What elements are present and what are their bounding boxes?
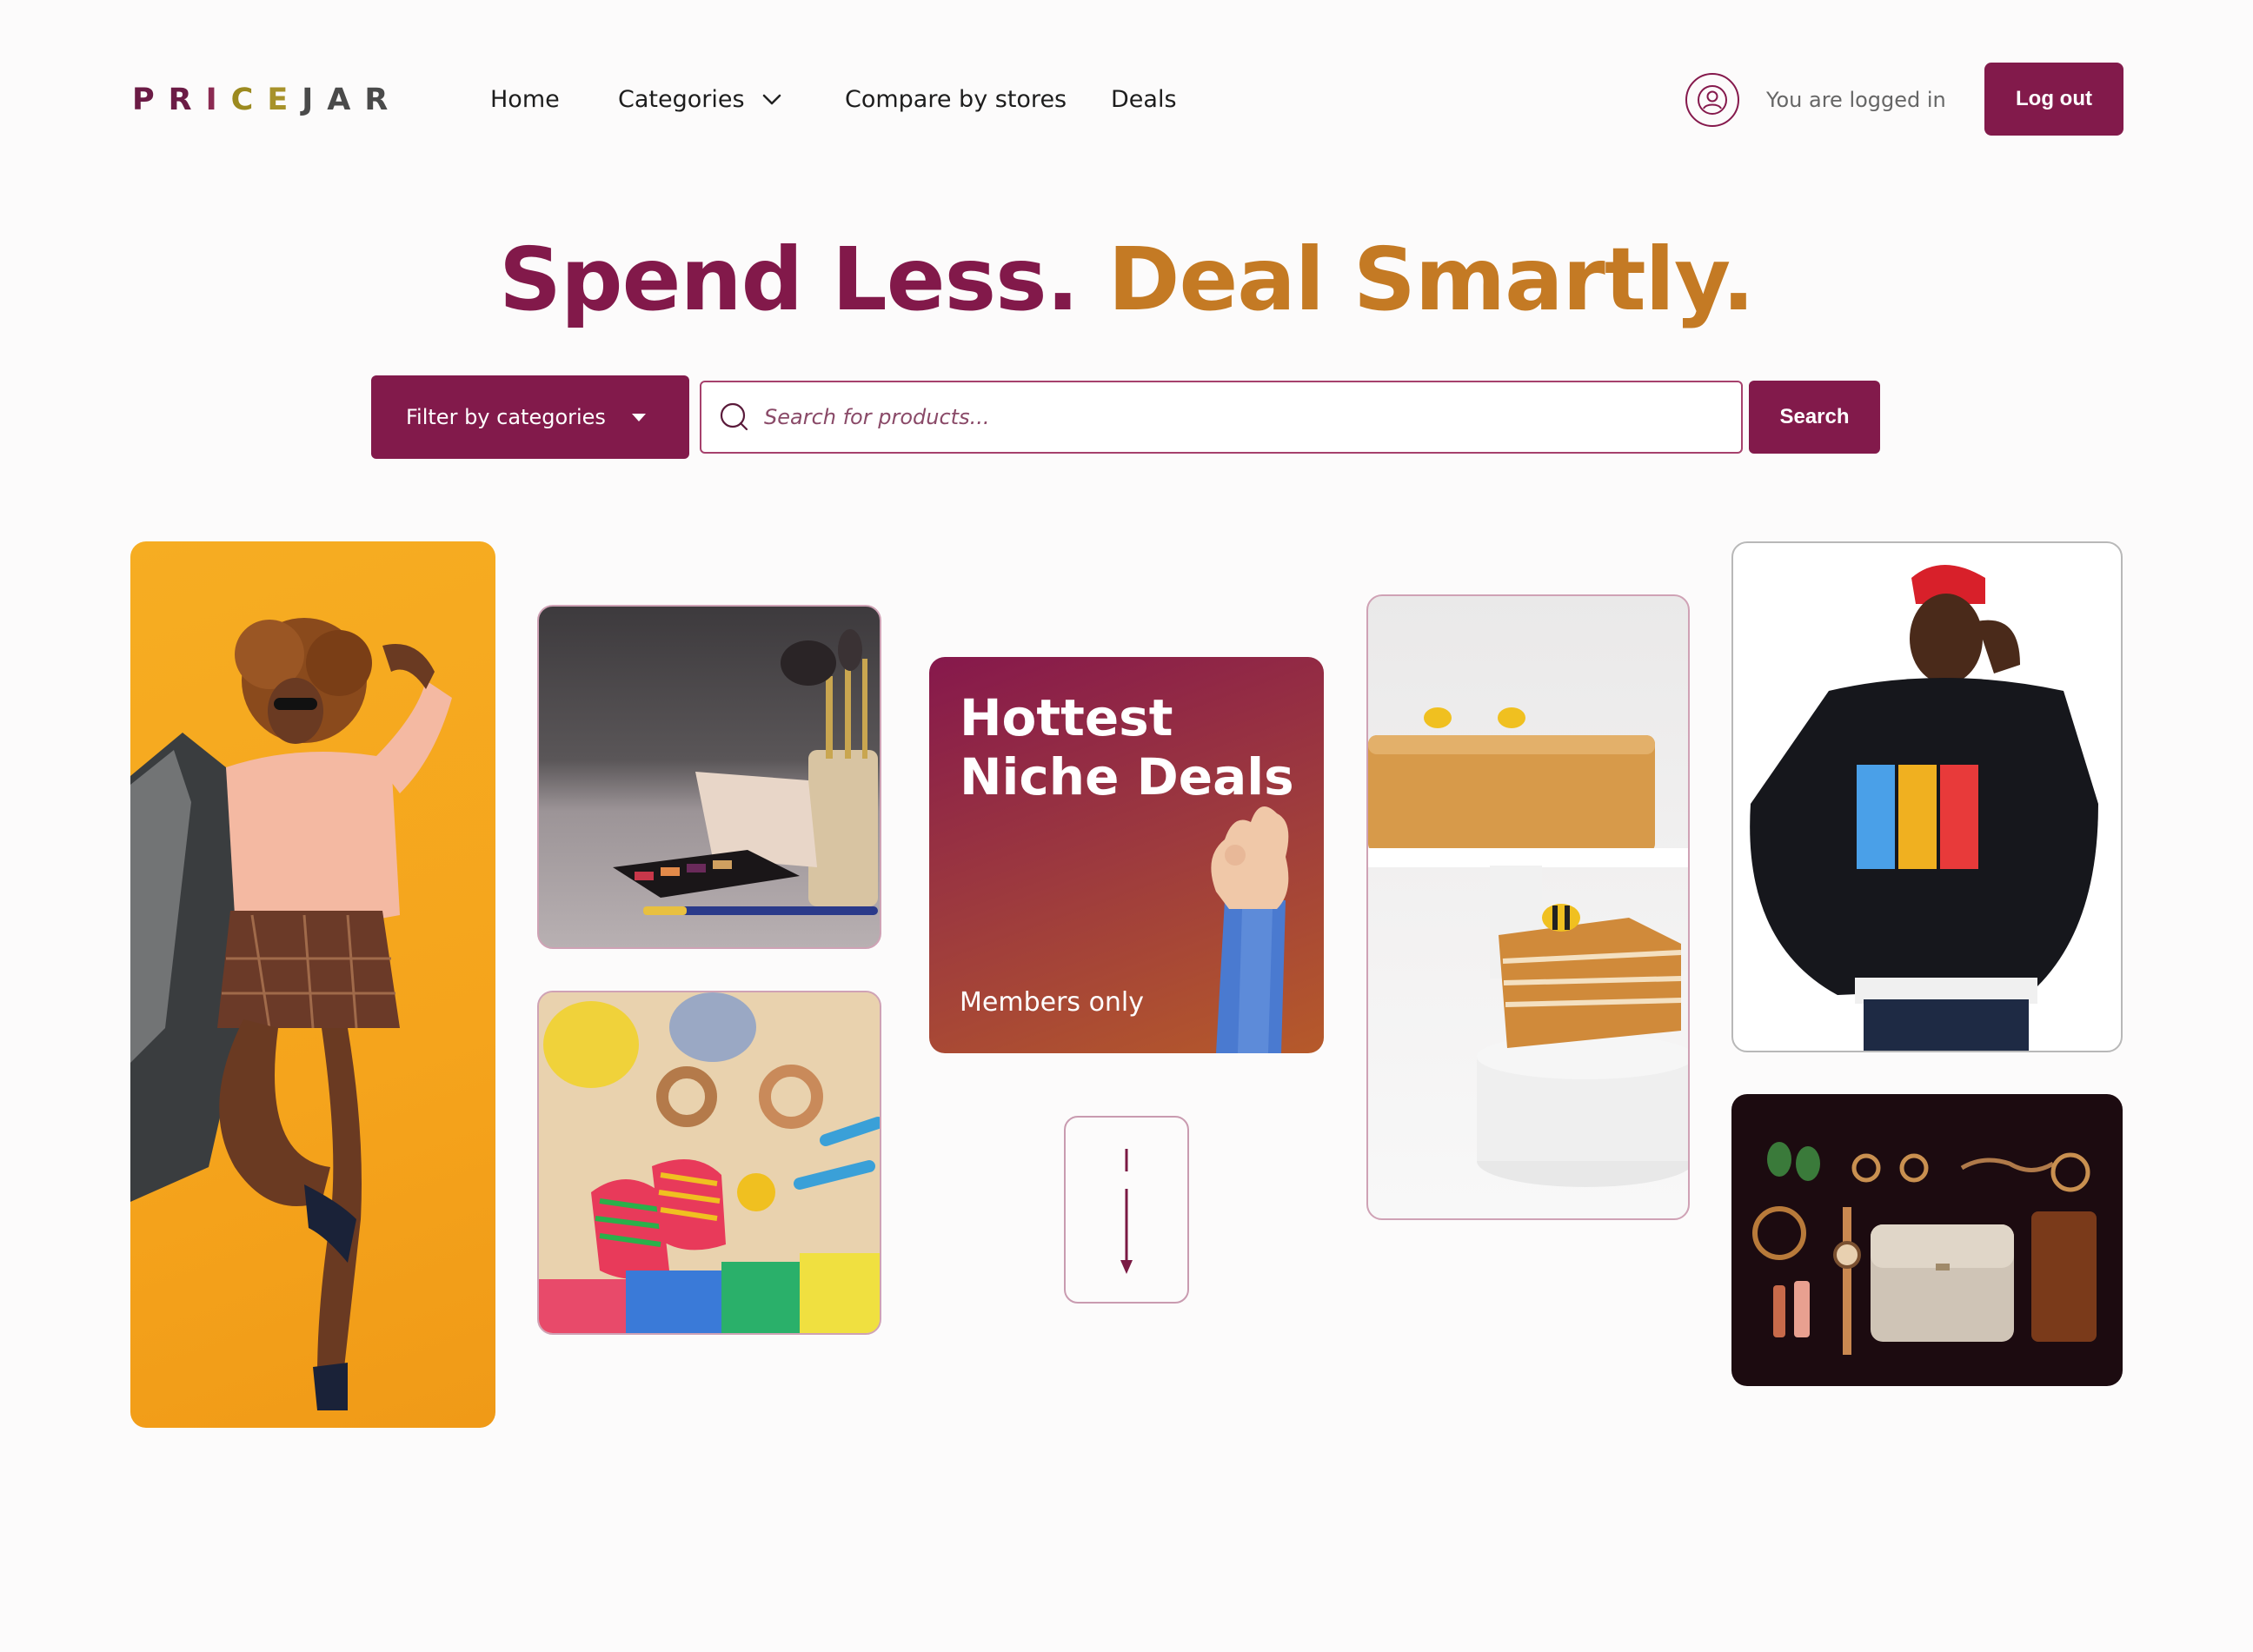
caret-down-icon [632,414,646,421]
user-circle-icon[interactable] [1685,73,1739,127]
arrow-down-icon [1120,1149,1133,1274]
makeup-products-image[interactable] [537,605,881,949]
hand-illustration [1211,806,1289,1053]
logo-letter: I [205,83,231,117]
logo-letter: A [327,83,365,117]
chevron-down-icon [762,94,781,105]
search-icon [720,402,748,431]
honey-cake-image[interactable] [1366,594,1690,1220]
logo-letter: R [168,83,206,117]
hero-headline: Spend Less. Deal Smartly. [0,228,2253,332]
nav-deals[interactable]: Deals [1111,82,1177,118]
logo-letter: J [302,83,328,117]
logo-letter: E [267,83,302,117]
scroll-down-indicator[interactable] [1064,1116,1189,1304]
nav-compare-by-stores[interactable]: Compare by stores [845,82,1067,118]
logo-letter: C [230,83,268,117]
logo-letter: R [364,83,402,117]
baby-toys-image[interactable] [537,991,881,1335]
logo[interactable]: PRICEJAR [132,82,402,118]
search-input[interactable] [764,405,1720,429]
search-button[interactable]: Search [1749,381,1880,454]
login-status-text: You are logged in [1766,88,1946,112]
user-glyph [1698,85,1727,115]
nav-categories-label: Categories [618,86,745,113]
headline-part-1: Spend Less. [499,229,1080,330]
search-field[interactable] [700,381,1743,454]
logout-button[interactable]: Log out [1984,63,2123,136]
accessories-image[interactable] [1731,1094,2123,1386]
promo-subtitle: Members only [960,987,1145,1018]
hottest-deals-promo-card[interactable]: Hottest Niche Deals Members only [929,657,1324,1053]
nav-home[interactable]: Home [490,82,560,118]
fashion-woman-image[interactable] [130,541,495,1428]
filter-categories-dropdown[interactable]: Filter by categories [371,375,689,459]
man-sweatshirt-image[interactable] [1731,541,2123,1052]
headline-part-2: Deal Smartly. [1107,229,1754,330]
filter-label: Filter by categories [406,405,606,429]
nav-categories[interactable]: Categories [618,82,785,118]
promo-title: Hottest Niche Deals [960,688,1294,806]
logo-letter: P [132,83,169,117]
